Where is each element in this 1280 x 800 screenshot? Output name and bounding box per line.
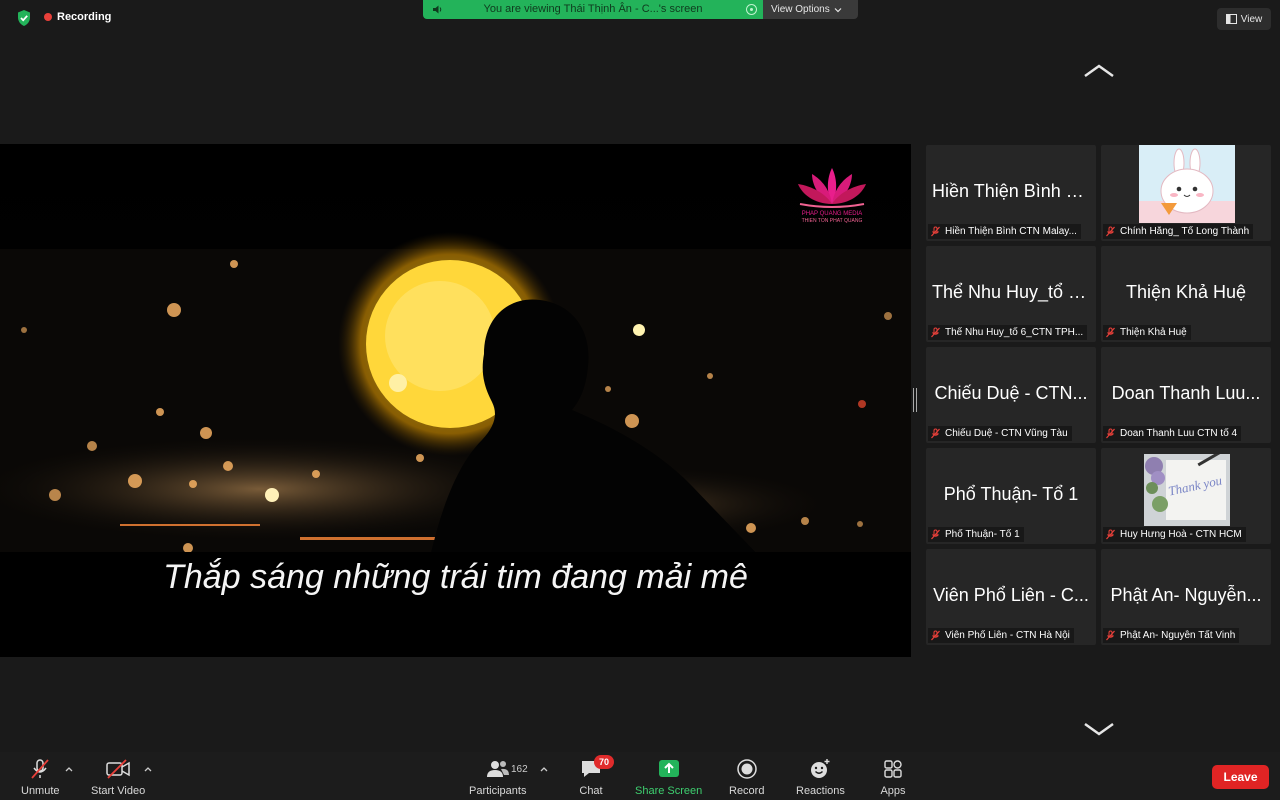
share-screen-icon [658,760,679,777]
participant-label: Chính Hằng_ Tổ Long Thành [1103,224,1254,239]
chevron-up-icon[interactable] [143,765,153,773]
muted-mic-icon [1106,529,1115,540]
participant-display-name: Thể Nhu Huy_tổ 6... [932,282,1090,302]
grid-view-icon [1225,14,1237,24]
start-video-button[interactable]: Start Video [91,758,145,797]
screen-share-text: You are viewing Thái Thịnh Ân - C...'s s… [483,3,703,15]
participant-display-name: Phật An- Nguyễn... [1110,585,1262,605]
logo-text-bottom: THIEN TON PHAT QUANG [802,218,863,224]
participants-label: Participants [469,785,527,797]
share-screen-button[interactable]: Share Screen [635,758,702,797]
participant-tile[interactable]: Chiếu Duệ - CTN... Chiếu Duệ - CTN Vũng … [926,347,1096,443]
participant-display-name: Chiếu Duệ - CTN... [934,383,1088,403]
meeting-window: Recording You are viewing Thái Thịnh Ân … [0,0,1280,800]
muted-mic-icon [931,428,940,439]
recording-indicator[interactable]: Recording [44,11,111,23]
muted-mic-icon [31,759,49,779]
participant-tile[interactable]: Thiện Khả Huệ Thiện Khả Huệ [1101,246,1271,342]
reactions-icon [811,759,830,778]
participant-tile[interactable]: Chính Hằng_ Tổ Long Thành [1101,145,1271,241]
thank-you-card-picture: Thank you [1144,454,1230,526]
participant-label: Chiếu Duệ - CTN Vũng Tàu [928,426,1072,441]
participant-tile[interactable]: Doan Thanh Luu... Doan Thanh Luu CTN tổ … [1101,347,1271,443]
unmute-label: Unmute [21,785,60,797]
participant-label-text: Viên Phổ Liên - CTN Hà Nội [945,630,1070,641]
reactions-label: Reactions [796,785,845,797]
participant-label-text: Phổ Thuận- Tổ 1 [945,529,1020,540]
participant-label-text: Thể Nhu Huy_tổ 6_CTN TPH... [945,327,1084,338]
chevron-up-icon[interactable] [64,765,74,773]
muted-mic-icon [931,529,940,540]
record-label: Record [729,785,765,797]
participant-tile[interactable]: Hiền Thiện Bình C... Hiền Thiện Bình CTN… [926,145,1096,241]
participant-label-text: Chiếu Duệ - CTN Vũng Tàu [945,428,1068,439]
chevron-up-icon[interactable] [1083,64,1115,78]
reactions-button[interactable]: Reactions [796,758,845,797]
share-status-icon [746,4,757,15]
participant-tile[interactable]: Viên Phổ Liên - C... Viên Phổ Liên - CTN… [926,549,1096,645]
apps-button[interactable]: Apps [880,758,906,797]
chat-label: Chat [579,785,603,797]
participant-label: Huy Hưng Hoà - CTN HCM [1103,527,1246,542]
video-off-icon [106,759,130,779]
unmute-button[interactable]: Unmute [21,758,60,797]
participant-label: Thiện Khả Huệ [1103,325,1191,340]
panel-resize-handle[interactable] [913,388,917,412]
apps-icon [884,760,902,778]
start-video-label: Start Video [91,785,146,797]
participant-label: Viên Phổ Liên - CTN Hà Nội [928,628,1074,643]
leave-button[interactable]: Leave [1212,765,1269,789]
muted-mic-icon [931,630,940,641]
bunny-avatar-picture [1139,145,1235,223]
muted-mic-icon [1106,630,1115,641]
view-label: View [1240,13,1263,25]
participant-tile[interactable]: Thể Nhu Huy_tổ 6... Thể Nhu Huy_tổ 6_CTN… [926,246,1096,342]
logo-text-top: PHAP QUANG MEDIA [802,211,863,217]
view-button[interactable]: View [1217,8,1271,30]
chevron-down-icon[interactable] [1083,722,1115,736]
participant-label-text: Hiền Thiện Bình CTN Malay... [945,226,1077,237]
muted-mic-icon [1106,226,1115,237]
muted-mic-icon [931,226,940,237]
muted-mic-icon [1106,428,1115,439]
recording-label: Recording [57,11,112,23]
record-button[interactable]: Record [729,758,764,797]
participant-tile[interactable]: Thank you Huy Hưng Hoà - CTN HCM [1101,448,1271,544]
participant-tile[interactable]: Phật An- Nguyễn... Phật An- Nguyễn Tất V… [1101,549,1271,645]
participant-label-text: Chính Hằng_ Tổ Long Thành [1120,226,1250,237]
chat-unread-badge: 70 [594,755,614,769]
participant-label: Phật An- Nguyễn Tất Vinh [1103,628,1240,643]
chevron-up-icon[interactable] [539,765,549,773]
participant-label: Hiền Thiện Bình CTN Malay... [928,224,1081,239]
apps-label: Apps [880,785,906,797]
participant-label: Phổ Thuận- Tổ 1 [928,527,1024,542]
view-options-button[interactable]: View Options [763,0,858,19]
video-caption: Thắp sáng những trái tim đang mải mê [163,558,748,596]
recording-dot-icon [44,13,52,21]
participant-display-name: Hiền Thiện Bình C... [932,181,1090,201]
participant-label-text: Doan Thanh Luu CTN tổ 4 [1120,428,1238,439]
record-icon [736,759,757,779]
chevron-down-icon [834,7,842,12]
screen-share-banner: You are viewing Thái Thịnh Ân - C...'s s… [423,0,763,19]
participant-display-name: Viên Phổ Liên - C... [933,585,1089,605]
participant-count: 162 [511,764,528,775]
participants-icon [486,761,509,777]
participant-display-name: Doan Thanh Luu... [1111,383,1261,403]
participant-label: Doan Thanh Luu CTN tổ 4 [1103,426,1242,441]
view-options-label: View Options [771,4,830,15]
participant-label-text: Thiện Khả Huệ [1120,327,1187,338]
participant-label-text: Phật An- Nguyễn Tất Vinh [1120,630,1236,641]
muted-mic-icon [931,327,940,338]
participant-display-name: Thiện Khả Huệ [1125,282,1247,302]
participant-label-text: Huy Hưng Hoà - CTN HCM [1120,529,1242,540]
participant-display-name: Phổ Thuận- Tổ 1 [943,484,1079,504]
participant-tile[interactable]: Phổ Thuận- Tổ 1 Phổ Thuận- Tổ 1 [926,448,1096,544]
shield-check-icon[interactable] [14,8,34,28]
muted-mic-icon [1106,327,1115,338]
share-screen-label: Share Screen [635,785,703,797]
participant-label: Thể Nhu Huy_tổ 6_CTN TPH... [928,325,1088,340]
